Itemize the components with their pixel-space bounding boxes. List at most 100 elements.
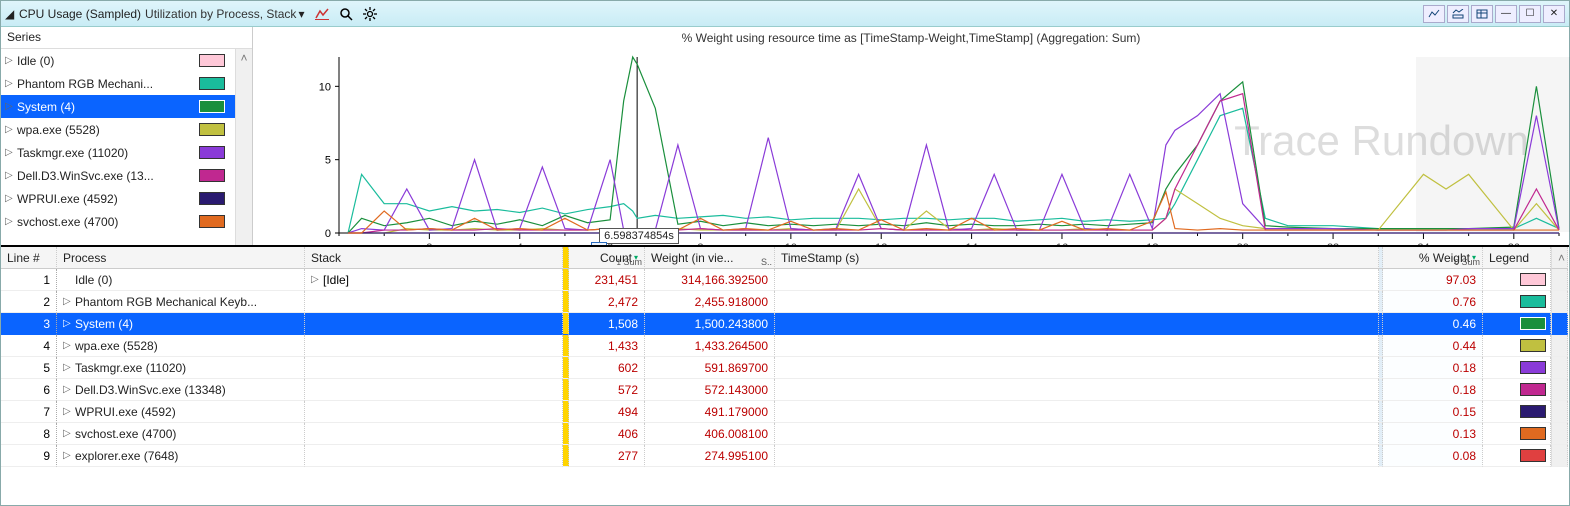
col-count[interactable]: Count▾1 Sum bbox=[569, 247, 645, 269]
col-timestamp[interactable]: TimeStamp (s) bbox=[775, 247, 1379, 269]
series-label: Phantom RGB Mechani... bbox=[15, 77, 199, 91]
expand-icon[interactable]: ▷ bbox=[5, 147, 15, 158]
expand-icon[interactable]: ▷ bbox=[5, 101, 15, 112]
table-scrollbar[interactable] bbox=[1551, 357, 1568, 379]
cell-pct: 0.76 bbox=[1383, 291, 1483, 313]
series-item[interactable]: ▷Idle (0) bbox=[1, 49, 235, 72]
series-item[interactable]: ▷svchost.exe (4700) bbox=[1, 210, 235, 233]
series-item[interactable]: ▷WPRUI.exe (4592) bbox=[1, 187, 235, 210]
cell-weight: 1,500.243800 bbox=[645, 313, 775, 335]
color-swatch bbox=[1520, 361, 1546, 374]
cell-count: 406 bbox=[569, 423, 645, 445]
preset-dropdown-icon[interactable]: ▾ bbox=[296, 7, 310, 21]
table-scrollbar[interactable] bbox=[1551, 423, 1568, 445]
table-scrollbar[interactable] bbox=[1551, 269, 1568, 291]
table-scrollbar[interactable] bbox=[1551, 313, 1568, 335]
cell-stack[interactable] bbox=[305, 357, 563, 379]
expand-icon[interactable]: ▷ bbox=[5, 193, 15, 204]
cell-process[interactable]: ▷System (4) bbox=[57, 313, 305, 335]
cell-stack[interactable] bbox=[305, 379, 563, 401]
expand-icon[interactable]: ▷ bbox=[63, 340, 75, 351]
cell-process[interactable]: ▷Phantom RGB Mechanical Keyb... bbox=[57, 291, 305, 313]
series-item[interactable]: ▷wpa.exe (5528) bbox=[1, 118, 235, 141]
series-item[interactable]: ▷Taskmgr.exe (11020) bbox=[1, 141, 235, 164]
expand-icon[interactable]: ▷ bbox=[5, 55, 15, 66]
cell-legend bbox=[1483, 445, 1551, 467]
cell-legend bbox=[1483, 423, 1551, 445]
cell-process[interactable]: Idle (0) bbox=[57, 269, 305, 291]
expand-icon[interactable]: ▷ bbox=[63, 362, 75, 373]
view-both-button[interactable] bbox=[1447, 5, 1469, 23]
cell-count: 602 bbox=[569, 357, 645, 379]
expand-icon[interactable]: ▷ bbox=[63, 384, 75, 395]
collapse-toggle[interactable]: ◢ bbox=[5, 7, 17, 21]
table-scrollbar[interactable] bbox=[1551, 445, 1568, 467]
expand-icon[interactable]: ▷ bbox=[5, 124, 15, 135]
cell-timestamp bbox=[775, 357, 1379, 379]
cell-process[interactable]: ▷Dell.D3.WinSvc.exe (13348) bbox=[57, 379, 305, 401]
col-process[interactable]: Process bbox=[57, 247, 305, 269]
color-swatch bbox=[199, 54, 225, 67]
series-item[interactable]: ▷System (4) bbox=[1, 95, 235, 118]
cell-line: 6 bbox=[1, 379, 57, 401]
cell-process[interactable]: ▷WPRUI.exe (4592) bbox=[57, 401, 305, 423]
cell-count: 1,433 bbox=[569, 335, 645, 357]
cell-process[interactable]: ▷Taskmgr.exe (11020) bbox=[57, 357, 305, 379]
cell-weight: 406.008100 bbox=[645, 423, 775, 445]
expand-icon[interactable]: ▷ bbox=[63, 450, 75, 461]
scroll-up-icon[interactable]: ˄ bbox=[1558, 251, 1565, 265]
search-icon[interactable] bbox=[335, 4, 357, 24]
cell-legend bbox=[1483, 379, 1551, 401]
svg-text:5: 5 bbox=[325, 155, 331, 167]
color-swatch bbox=[1520, 339, 1546, 352]
view-graph-button[interactable] bbox=[1423, 5, 1445, 23]
expand-icon[interactable]: ▷ bbox=[5, 170, 15, 181]
table-scrollbar[interactable] bbox=[1551, 335, 1568, 357]
col-line[interactable]: Line # bbox=[1, 247, 57, 269]
gear-icon[interactable] bbox=[359, 4, 381, 24]
cell-stack[interactable] bbox=[305, 445, 563, 467]
cell-line: 2 bbox=[1, 291, 57, 313]
scroll-up-icon[interactable]: ˄ bbox=[236, 49, 252, 66]
col-stack[interactable]: Stack bbox=[305, 247, 563, 269]
maximize-button[interactable]: ☐ bbox=[1519, 5, 1541, 23]
cell-stack[interactable] bbox=[305, 291, 563, 313]
series-item[interactable]: ▷Dell.D3.WinSvc.exe (13... bbox=[1, 164, 235, 187]
cell-weight: 2,455.918000 bbox=[645, 291, 775, 313]
cell-process[interactable]: ▷explorer.exe (7648) bbox=[57, 445, 305, 467]
table-scrollbar[interactable] bbox=[1551, 401, 1568, 423]
cell-stack[interactable]: ▷[Idle] bbox=[305, 269, 563, 291]
color-swatch bbox=[1520, 405, 1546, 418]
col-legend[interactable]: Legend bbox=[1483, 247, 1551, 269]
series-item[interactable]: ▷Phantom RGB Mechani... bbox=[1, 72, 235, 95]
cell-stack[interactable] bbox=[305, 423, 563, 445]
preset-name[interactable]: Utilization by Process, Stack bbox=[143, 7, 296, 21]
color-swatch bbox=[1520, 427, 1546, 440]
close-button[interactable]: ✕ bbox=[1543, 5, 1565, 23]
expand-icon[interactable]: ▷ bbox=[5, 216, 15, 227]
col-weight[interactable]: Weight (in vie...S.. bbox=[645, 247, 775, 269]
expand-icon[interactable]: ▷ bbox=[63, 318, 75, 329]
expand-icon[interactable]: ▷ bbox=[63, 406, 75, 417]
cell-timestamp bbox=[775, 291, 1379, 313]
chart-area[interactable]: % Weight using resource time as [TimeSta… bbox=[253, 27, 1569, 245]
col-pct-weight[interactable]: % Weight▾0 Sum bbox=[1383, 247, 1483, 269]
expand-icon[interactable]: ▷ bbox=[311, 274, 323, 285]
expand-icon[interactable]: ▷ bbox=[63, 296, 75, 307]
cell-stack[interactable] bbox=[305, 401, 563, 423]
minimize-button[interactable]: — bbox=[1495, 5, 1517, 23]
chart-type-icon[interactable] bbox=[311, 4, 333, 24]
table-scrollbar[interactable] bbox=[1551, 379, 1568, 401]
table-scrollbar[interactable] bbox=[1551, 291, 1568, 313]
cell-stack[interactable] bbox=[305, 335, 563, 357]
cell-process[interactable]: ▷svchost.exe (4700) bbox=[57, 423, 305, 445]
cell-process[interactable]: ▷wpa.exe (5528) bbox=[57, 335, 305, 357]
line-chart: 05102468101214161820222426 bbox=[253, 27, 1569, 245]
expand-icon[interactable]: ▷ bbox=[5, 78, 15, 89]
view-table-button[interactable] bbox=[1471, 5, 1493, 23]
cell-count: 231,451 bbox=[569, 269, 645, 291]
cell-line: 9 bbox=[1, 445, 57, 467]
cell-stack[interactable] bbox=[305, 313, 563, 335]
expand-icon[interactable]: ▷ bbox=[63, 428, 75, 439]
series-scrollbar[interactable]: ˄ bbox=[235, 49, 252, 245]
